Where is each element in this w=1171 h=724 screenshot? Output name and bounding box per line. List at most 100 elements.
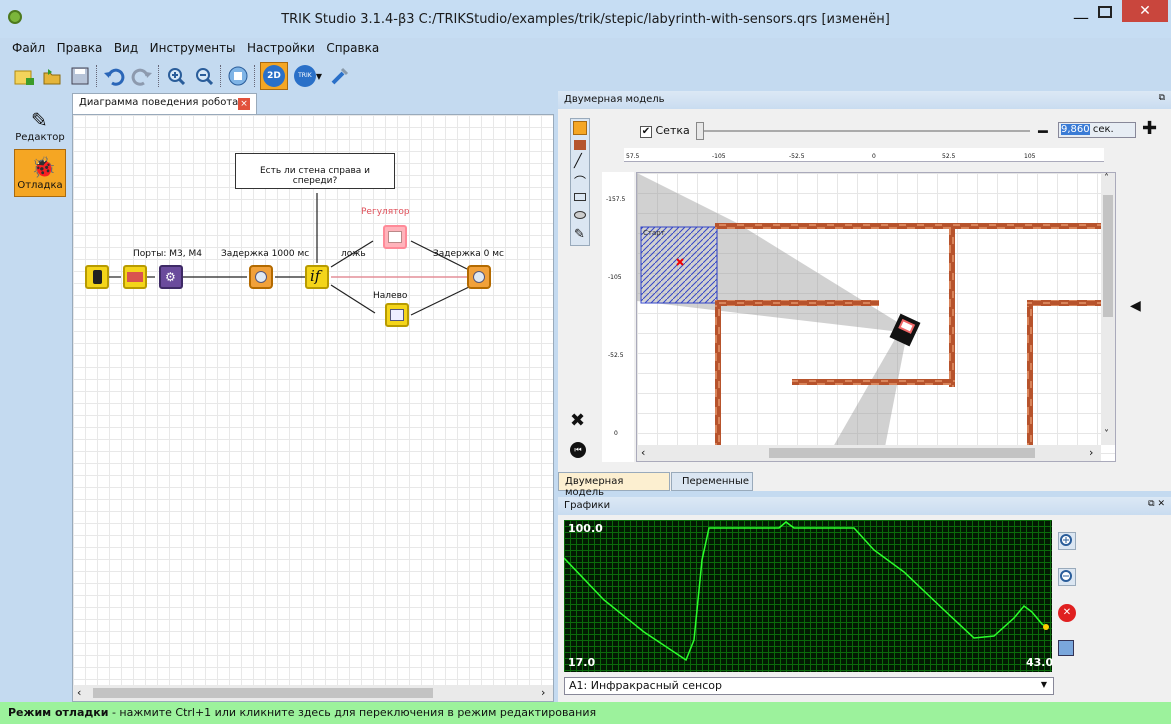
menu-view[interactable]: Вид bbox=[110, 38, 142, 58]
pencil-tool-icon[interactable]: ✎ bbox=[574, 227, 585, 242]
scroll-up-icon[interactable]: ˄ bbox=[1104, 173, 1109, 184]
separator bbox=[96, 65, 98, 87]
title-bar: TRIK Studio 3.1.4-β3 C:/TRIKStudio/examp… bbox=[0, 0, 1171, 38]
plot-zoom-out-icon[interactable] bbox=[1058, 568, 1076, 586]
menu-tools[interactable]: Инструменты bbox=[146, 38, 240, 58]
delay-0-node[interactable] bbox=[467, 265, 491, 289]
sensor-series-line bbox=[564, 521, 1049, 662]
wall-tool-icon[interactable] bbox=[574, 140, 586, 150]
separator bbox=[254, 65, 256, 87]
ruler-x: 57.5 -105 -52.5 0 52.5 105 bbox=[624, 148, 1104, 162]
close-tab-icon[interactable]: × bbox=[238, 98, 250, 110]
robot-settings-icon[interactable]: ✖ bbox=[570, 410, 585, 431]
sensor-plot: 100.0 17.0 43.0 bbox=[564, 520, 1053, 672]
plot-clear-icon[interactable]: ✕ bbox=[1058, 604, 1076, 622]
left-turn-node[interactable] bbox=[385, 303, 409, 327]
settings-tools-icon[interactable] bbox=[328, 64, 352, 88]
initial-node[interactable] bbox=[85, 265, 109, 289]
float-icon[interactable]: ⧉ bbox=[1159, 93, 1165, 103]
stop-icon[interactable] bbox=[226, 64, 250, 88]
field-hscrollbar[interactable]: ‹ › bbox=[637, 445, 1101, 461]
save-icon[interactable] bbox=[68, 64, 92, 88]
bug-icon: 🐞 bbox=[31, 155, 56, 179]
ruler-y: -157.5 -105 -52.5 0 bbox=[602, 172, 634, 462]
menu-bar: Файл Правка Вид Инструменты Настройки Сп… bbox=[0, 38, 1171, 60]
field-vscrollbar[interactable]: ˄ ˅ bbox=[1101, 173, 1115, 445]
menu-file[interactable]: Файл bbox=[8, 38, 49, 58]
delay-1000-node[interactable] bbox=[249, 265, 273, 289]
comment-box[interactable]: Есть ли стена справа и спереди? bbox=[235, 153, 395, 189]
ellipse-tool-icon[interactable] bbox=[574, 211, 586, 219]
line-tool-icon[interactable]: ╱ bbox=[574, 155, 582, 169]
close-window-button[interactable]: ✕ bbox=[1122, 0, 1168, 22]
drawing-tools: ╱ ⌒ ✎ bbox=[570, 118, 590, 246]
diagram-links bbox=[109, 193, 470, 316]
redo-icon[interactable] bbox=[130, 64, 154, 88]
left-turn-label: Налево bbox=[373, 291, 408, 301]
scene: Старт bbox=[637, 173, 1101, 447]
wall bbox=[1027, 300, 1101, 306]
sensor-select[interactable]: A1: Инфракрасный сенсор ▼ bbox=[564, 677, 1054, 695]
wall bbox=[1027, 306, 1033, 447]
window-title: TRIK Studio 3.1.4-β3 C:/TRIKStudio/examp… bbox=[281, 12, 890, 27]
scroll-right-icon[interactable]: › bbox=[541, 686, 545, 699]
speed-minus-icon[interactable]: ━ bbox=[1038, 122, 1048, 141]
graphs-header: Графики ⧉ ✕ bbox=[558, 497, 1171, 515]
toolbar: 2D TRIK ▼ bbox=[12, 61, 352, 91]
undo-icon[interactable] bbox=[102, 64, 126, 88]
maximize-icon[interactable] bbox=[1098, 6, 1112, 18]
diagram-hscrollbar[interactable]: ‹ › bbox=[73, 685, 553, 701]
editor-mode-button[interactable]: ✎ Редактор bbox=[14, 101, 66, 149]
start-label: Старт bbox=[643, 229, 665, 237]
float-close-icon[interactable]: ⧉ ✕ bbox=[1148, 499, 1165, 509]
pointer-tool-icon[interactable] bbox=[573, 121, 587, 135]
diagram-canvas[interactable]: Есть ли стена справа и спереди? Порты: M… bbox=[72, 114, 554, 702]
engines-forward-node[interactable] bbox=[123, 265, 147, 289]
scroll-right-icon[interactable]: › bbox=[1089, 446, 1093, 459]
scroll-thumb[interactable] bbox=[93, 688, 433, 698]
scroll-thumb[interactable] bbox=[769, 448, 1035, 458]
grid-toggle[interactable]: ✔ Сетка bbox=[640, 124, 690, 138]
reset-icon[interactable]: ⏮ bbox=[570, 442, 586, 458]
slider-thumb[interactable] bbox=[696, 122, 704, 140]
zoom-out-icon[interactable] bbox=[192, 64, 216, 88]
status-bar[interactable]: Режим отладки - нажмите Ctrl+1 или кликн… bbox=[0, 702, 1171, 724]
scroll-left-icon[interactable]: ‹ bbox=[77, 686, 81, 699]
false-branch-label: ложь bbox=[341, 249, 366, 259]
scroll-left-icon[interactable]: ‹ bbox=[641, 446, 645, 459]
plot-zoom-in-icon[interactable] bbox=[1058, 532, 1076, 550]
menu-help[interactable]: Справка bbox=[322, 38, 383, 58]
chevron-down-icon: ▼ bbox=[1040, 680, 1047, 689]
separator bbox=[220, 65, 222, 87]
grid-size-slider[interactable] bbox=[696, 122, 1030, 140]
speed-plus-icon[interactable]: ✚ bbox=[1142, 118, 1157, 139]
grid-checkbox[interactable]: ✔ bbox=[640, 126, 652, 138]
menu-settings[interactable]: Настройки bbox=[243, 38, 319, 58]
plot-save-icon[interactable] bbox=[1058, 640, 1074, 656]
scroll-down-icon[interactable]: ˅ bbox=[1104, 429, 1109, 440]
minimize-icon[interactable]: — bbox=[1073, 8, 1089, 27]
2d-model-button[interactable]: 2D bbox=[260, 62, 288, 90]
tab-2d-model[interactable]: Двумерная модель bbox=[558, 472, 670, 498]
new-project-icon[interactable] bbox=[12, 64, 36, 88]
if-node[interactable]: if bbox=[305, 265, 329, 289]
tab-diagram[interactable]: Диаграмма поведения робота × bbox=[72, 93, 257, 114]
wall bbox=[792, 379, 955, 385]
time-field[interactable]: 9,860 сек. bbox=[1058, 122, 1136, 138]
debug-mode-button[interactable]: 🐞 Отладка bbox=[14, 149, 66, 197]
menu-edit[interactable]: Правка bbox=[53, 38, 107, 58]
tab-variables[interactable]: Переменные bbox=[671, 472, 753, 491]
zoom-in-icon[interactable] bbox=[164, 64, 188, 88]
regulator-node[interactable] bbox=[383, 225, 407, 249]
rectangle-tool-icon[interactable] bbox=[574, 193, 586, 201]
separator bbox=[158, 65, 160, 87]
scroll-thumb[interactable] bbox=[1103, 195, 1113, 317]
trik-button[interactable]: TRIK ▼ bbox=[292, 64, 324, 88]
2d-field[interactable]: Старт ˄ ˅ ‹ › bbox=[636, 172, 1116, 462]
gear-icon: ⚙ bbox=[165, 270, 176, 284]
curve-tool-icon[interactable]: ⌒ bbox=[574, 173, 586, 190]
collapse-panel-icon[interactable]: ◀ bbox=[1130, 298, 1141, 314]
motors-node[interactable]: ⚙ bbox=[159, 265, 183, 289]
ports-label: Порты: M3, M4 bbox=[133, 249, 202, 259]
open-icon[interactable] bbox=[40, 64, 64, 88]
